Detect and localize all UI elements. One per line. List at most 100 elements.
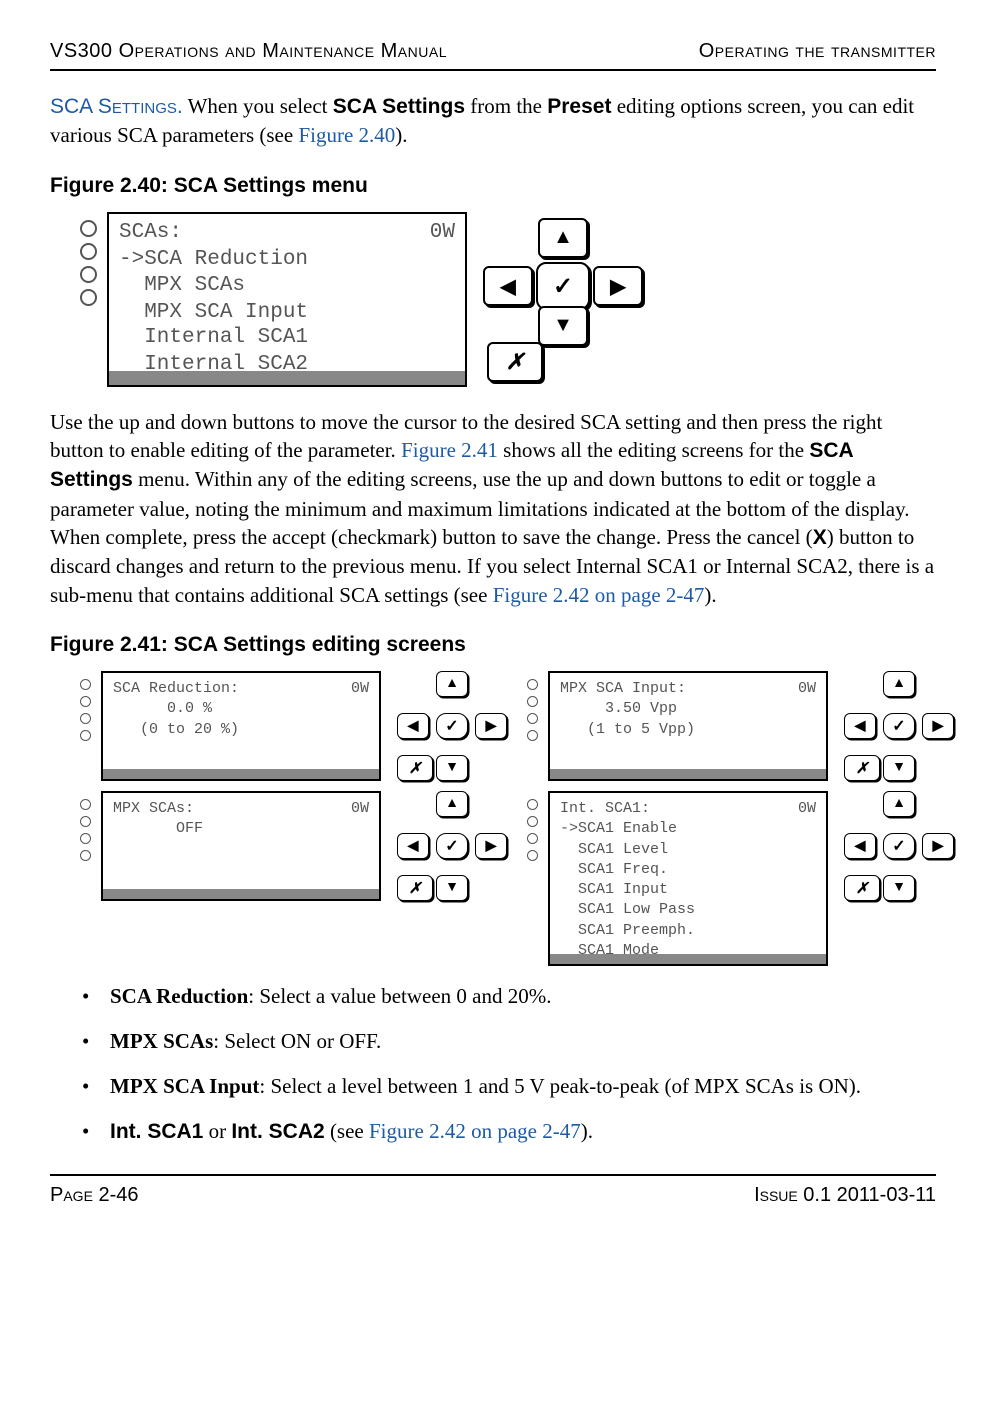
led-indicator — [527, 730, 538, 741]
arrow-left-icon: ◀ — [855, 838, 866, 855]
header-rule — [50, 69, 936, 71]
list-item: SCA Reduction: Select a value between 0 … — [110, 984, 936, 1009]
led-indicator — [80, 816, 91, 827]
right-button[interactable]: ▶ — [922, 713, 954, 739]
footer-issue: Issue 0.1 2011-03-11 — [754, 1184, 936, 1207]
list-item: MPX SCAs: Select ON or OFF. — [110, 1029, 936, 1054]
settings-list: SCA Reduction: Select a value between 0 … — [50, 984, 936, 1144]
arrow-down-icon: ▼ — [445, 880, 459, 896]
arrow-up-icon: ▲ — [553, 226, 573, 249]
link-figure-242-a[interactable]: Figure 2.42 on page 2-47 — [493, 583, 705, 607]
left-button[interactable]: ◀ — [844, 833, 876, 859]
figure-241-caption: Figure 2.41: SCA Settings editing screen… — [50, 633, 936, 657]
arrow-up-icon: ▲ — [892, 676, 906, 692]
cancel-button[interactable] — [844, 875, 880, 901]
figure-240-caption: Figure 2.40: SCA Settings menu — [50, 174, 936, 198]
arrow-down-icon: ▼ — [892, 760, 906, 776]
arrow-down-icon: ▼ — [892, 880, 906, 896]
accept-button[interactable] — [436, 833, 468, 859]
paragraph-instructions: Use the up and down buttons to move the … — [50, 408, 936, 609]
accept-button[interactable] — [436, 713, 468, 739]
arrow-up-icon: ▲ — [445, 796, 459, 812]
up-button[interactable]: ▲ — [538, 218, 588, 258]
led-indicator — [527, 816, 538, 827]
left-button[interactable]: ◀ — [397, 713, 429, 739]
figure-240-panel: SCAs:0W ->SCA Reduction MPX SCAs MPX SCA… — [80, 212, 936, 387]
led-indicator — [527, 833, 538, 844]
arrow-left-icon: ◀ — [408, 718, 419, 735]
up-button[interactable]: ▲ — [436, 791, 468, 817]
led-indicator — [80, 220, 97, 237]
figure-241-grid: SCA Reduction:0W 0.0 % (0 to 20 %) ▲ ◀ ▶… — [80, 671, 936, 966]
control-pad: ▲ ◀ ▶ ▼ — [483, 212, 643, 382]
led-indicator — [527, 713, 538, 724]
led-indicator — [80, 679, 91, 690]
link-figure-240[interactable]: Figure 2.40 — [298, 123, 395, 147]
cancel-button[interactable] — [397, 875, 433, 901]
accept-button[interactable] — [883, 833, 915, 859]
link-figure-241[interactable]: Figure 2.41 — [401, 438, 498, 462]
paragraph-sca-settings-intro: SCA Settings. When you select SCA Settin… — [50, 92, 936, 150]
right-button[interactable]: ▶ — [475, 713, 507, 739]
page-footer: Page 2-46 Issue 0.1 2011-03-11 — [50, 1184, 936, 1207]
arrow-left-icon: ◀ — [855, 718, 866, 735]
list-item: MPX SCA Input: Select a level between 1 … — [110, 1074, 936, 1099]
led-indicator — [80, 850, 91, 861]
footer-page: Page 2-46 — [50, 1184, 139, 1207]
left-button[interactable]: ◀ — [844, 713, 876, 739]
screen-bottom-bar — [109, 371, 465, 385]
led-indicator — [527, 696, 538, 707]
led-indicator — [80, 266, 97, 283]
led-column — [80, 220, 97, 306]
arrow-right-icon: ▶ — [933, 718, 944, 735]
down-button[interactable]: ▼ — [883, 875, 915, 901]
cancel-button[interactable] — [844, 755, 880, 781]
cancel-button[interactable] — [397, 755, 433, 781]
right-button[interactable]: ▶ — [593, 266, 643, 306]
header-right: Operating the transmitter — [699, 40, 936, 63]
down-button[interactable]: ▼ — [436, 875, 468, 901]
down-button[interactable]: ▼ — [436, 755, 468, 781]
led-indicator — [527, 679, 538, 690]
up-button[interactable]: ▲ — [436, 671, 468, 697]
down-button[interactable]: ▼ — [538, 306, 588, 346]
panel-mpx-scas: MPX SCAs:0W OFF ▲ ◀ ▶ ▼ — [80, 791, 507, 966]
accept-button[interactable] — [536, 262, 590, 310]
left-button[interactable]: ◀ — [483, 266, 533, 306]
section-lead: SCA Settings. — [50, 95, 183, 118]
arrow-right-icon: ▶ — [610, 274, 625, 299]
led-indicator — [80, 289, 97, 306]
led-indicator — [80, 799, 91, 810]
down-button[interactable]: ▼ — [883, 755, 915, 781]
arrow-right-icon: ▶ — [486, 838, 497, 855]
led-indicator — [80, 730, 91, 741]
arrow-up-icon: ▲ — [445, 676, 459, 692]
left-button[interactable]: ◀ — [397, 833, 429, 859]
right-button[interactable]: ▶ — [922, 833, 954, 859]
led-indicator — [527, 850, 538, 861]
arrow-right-icon: ▶ — [933, 838, 944, 855]
right-button[interactable]: ▶ — [475, 833, 507, 859]
header-left: VS300 Operations and Maintenance Manual — [50, 40, 447, 63]
page-header: VS300 Operations and Maintenance Manual … — [50, 40, 936, 63]
arrow-down-icon: ▼ — [553, 314, 573, 337]
panel-sca-reduction: SCA Reduction:0W 0.0 % (0 to 20 %) ▲ ◀ ▶… — [80, 671, 507, 781]
led-indicator — [80, 243, 97, 260]
cancel-button[interactable] — [487, 342, 543, 382]
arrow-down-icon: ▼ — [445, 760, 459, 776]
footer-rule — [50, 1174, 936, 1176]
accept-button[interactable] — [883, 713, 915, 739]
arrow-right-icon: ▶ — [486, 718, 497, 735]
link-figure-242-b[interactable]: Figure 2.42 on page 2-47 — [369, 1119, 581, 1143]
led-indicator — [527, 799, 538, 810]
arrow-left-icon: ◀ — [408, 838, 419, 855]
up-button[interactable]: ▲ — [883, 791, 915, 817]
arrow-up-icon: ▲ — [892, 796, 906, 812]
up-button[interactable]: ▲ — [883, 671, 915, 697]
arrow-left-icon: ◀ — [500, 274, 515, 299]
list-item: Int. SCA1 or Int. SCA2 (see Figure 2.42 … — [110, 1119, 936, 1144]
led-indicator — [80, 713, 91, 724]
lcd-screen: SCAs:0W ->SCA Reduction MPX SCAs MPX SCA… — [107, 212, 467, 387]
led-indicator — [80, 696, 91, 707]
led-indicator — [80, 833, 91, 844]
